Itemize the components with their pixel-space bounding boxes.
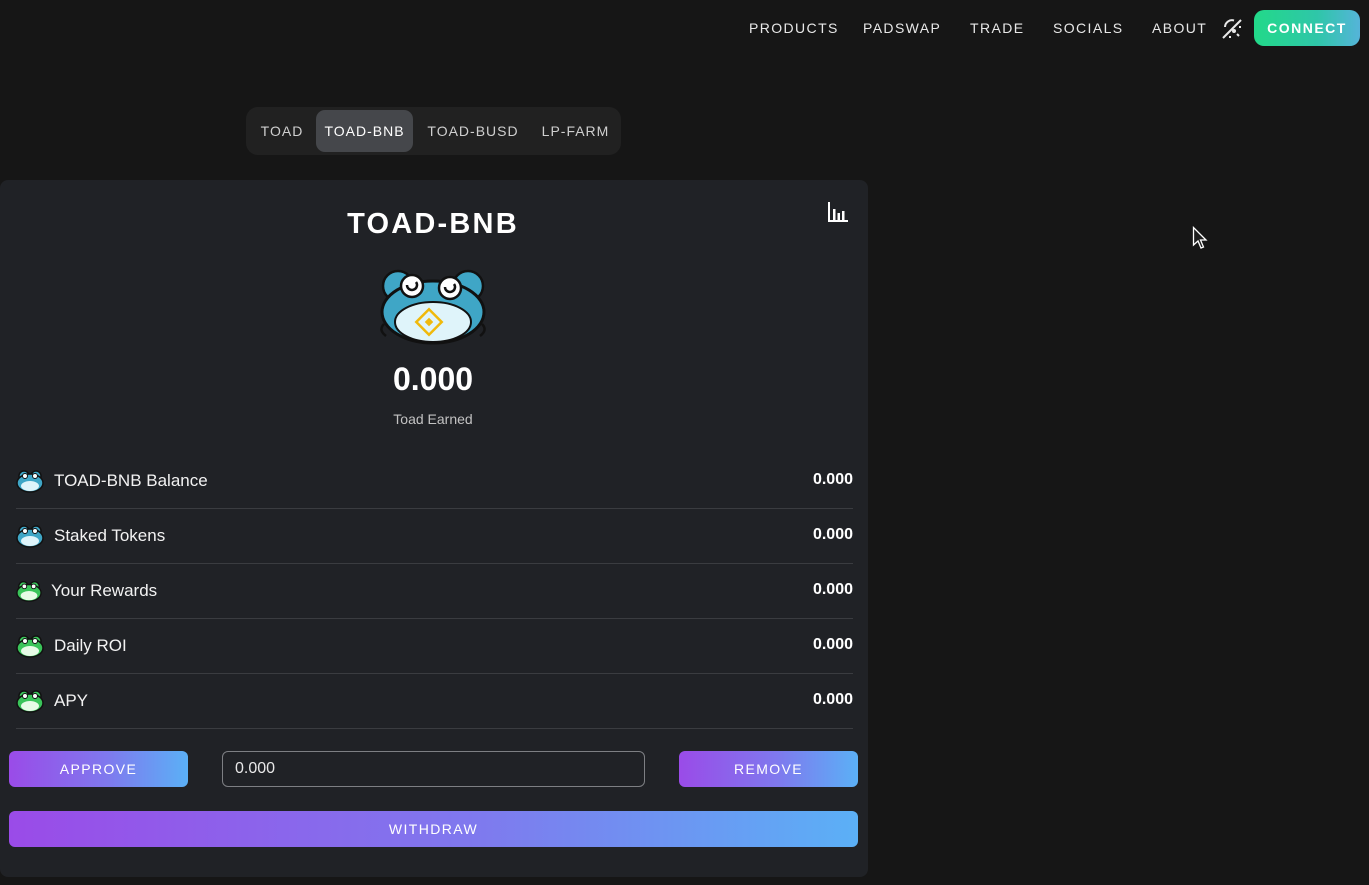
stat-row-staked: Staked Tokens 0.000 (16, 509, 853, 564)
card-title: TOAD-BNB (347, 208, 519, 240)
nav-padswap[interactable]: PADSWAP (863, 20, 941, 36)
toad-blue-icon (16, 524, 44, 548)
amount-input[interactable] (222, 751, 645, 787)
toad-blue-icon (16, 469, 44, 493)
nav-products[interactable]: PRODUCTS (749, 20, 839, 36)
theme-toggle-icon[interactable] (1220, 17, 1244, 41)
tab-toad-bnb[interactable]: TOAD-BNB (316, 110, 413, 152)
stat-label: TOAD-BNB Balance (54, 471, 208, 490)
stat-label: Staked Tokens (54, 526, 166, 545)
toad-green-icon (16, 689, 44, 713)
stat-row-balance: TOAD-BNB Balance 0.000 (16, 454, 853, 509)
tab-lp-farm[interactable]: LP-FARM (533, 110, 618, 152)
tab-toad-busd[interactable]: TOAD-BUSD (416, 110, 530, 152)
stat-label: Your Rewards (51, 581, 158, 600)
toad-green-icon (16, 634, 44, 658)
toad-green-icon (16, 579, 42, 603)
remove-button[interactable]: REMOVE (679, 751, 858, 787)
connect-button[interactable]: CONNECT (1254, 10, 1360, 46)
approve-button[interactable]: APPROVE (9, 751, 188, 787)
stat-label: Daily ROI (54, 636, 127, 655)
nav-about[interactable]: ABOUT (1152, 20, 1207, 36)
stat-value: 0.000 (812, 526, 853, 543)
tab-toad[interactable]: TOAD (249, 110, 315, 152)
mouse-cursor-icon (1192, 225, 1208, 250)
top-navigation: PRODUCTS PADSWAP TRADE SOCIALS ABOUT CON… (0, 0, 1369, 56)
stat-value: 0.000 (812, 691, 853, 708)
stat-value: 0.000 (812, 581, 853, 598)
stat-value: 0.000 (812, 636, 853, 653)
stat-label: APY (54, 691, 89, 710)
stat-row-daily-roi: Daily ROI 0.000 (16, 619, 853, 674)
toad-bnb-mascot-icon (378, 268, 488, 346)
stat-row-rewards: Your Rewards 0.000 (16, 564, 853, 619)
nav-socials[interactable]: SOCIALS (1053, 20, 1124, 36)
stat-row-apy: APY 0.000 (16, 674, 853, 729)
pool-tabs: TOAD TOAD-BNB TOAD-BUSD LP-FARM (246, 107, 621, 155)
nav-trade[interactable]: TRADE (970, 20, 1024, 36)
toad-earned-label: Toad Earned (393, 411, 473, 427)
stat-value: 0.000 (812, 471, 853, 488)
toad-earned-value: 0.000 (392, 361, 474, 397)
withdraw-button[interactable]: WITHDRAW (9, 811, 858, 847)
